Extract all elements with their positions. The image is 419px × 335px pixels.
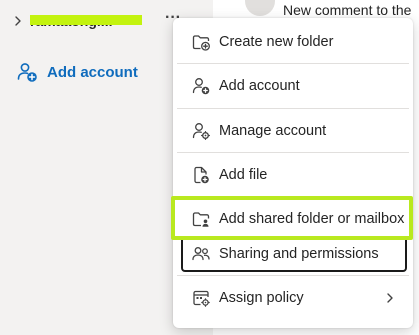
menu-item-label: Create new folder (219, 34, 334, 50)
menu-divider (177, 108, 409, 109)
menu-item-add-account[interactable]: Add account (177, 66, 409, 106)
menu-item-assign-policy[interactable]: Assign policy (177, 278, 409, 318)
add-account-label: Add account (47, 63, 138, 81)
add-account-link[interactable]: Add account (16, 60, 138, 84)
menu-item-add-shared-folder-or-mailbox[interactable]: Add shared folder or mailbox (177, 199, 409, 239)
calendar-settings-icon (191, 288, 211, 308)
outlook-window: ramaaongi... ··· Add account New comment… (0, 0, 419, 335)
menu-item-label: Sharing and permissions (219, 246, 379, 262)
menu-item-create-new-folder[interactable]: Create new folder (177, 22, 409, 62)
document-add-icon (191, 165, 211, 185)
people-icon (191, 244, 211, 264)
person-add-icon (16, 61, 38, 83)
menu-item-label: Add account (219, 78, 300, 94)
menu-item-manage-account[interactable]: Manage account (177, 111, 409, 151)
menu-item-label: Manage account (219, 123, 327, 139)
menu-item-label: Add file (219, 167, 268, 183)
person-settings-icon (191, 121, 211, 141)
menu-item-label: Assign policy (219, 290, 304, 306)
chevron-right-icon[interactable] (12, 14, 24, 28)
menu-item-add-file[interactable]: Add file (177, 155, 409, 195)
menu-divider (177, 63, 409, 64)
folder-person-icon (191, 209, 211, 229)
context-menu: Create new folder Add account Manage acc… (173, 18, 413, 328)
chevron-right-icon (385, 291, 395, 305)
person-add-icon (191, 76, 211, 96)
menu-divider (177, 196, 409, 197)
menu-divider (177, 152, 409, 153)
menu-item-sharing-and-permissions[interactable]: Sharing and permissions (181, 236, 407, 272)
avatar (245, 0, 275, 16)
menu-item-label: Add shared folder or mailbox (219, 211, 405, 227)
message-preview[interactable]: New comment to the (283, 2, 419, 18)
menu-divider (177, 275, 409, 276)
redaction-bar (30, 15, 142, 25)
folder-add-icon (191, 32, 211, 52)
